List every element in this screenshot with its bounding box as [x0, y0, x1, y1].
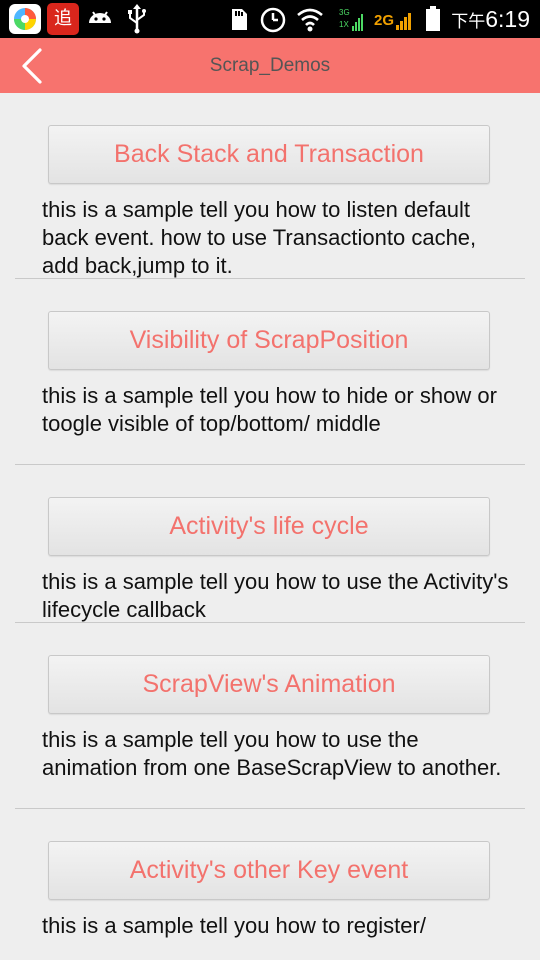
alarm-clock-icon	[260, 7, 286, 33]
list-item: ScrapView's Animation this is a sample t…	[0, 623, 540, 809]
status-clock: 下午6:19	[451, 6, 530, 32]
signal-3g-icon: 3G 1X	[337, 3, 367, 35]
list-item: Visibility of ScrapPosition this is a sa…	[0, 279, 540, 465]
sd-card-icon	[232, 9, 247, 30]
list-item: Back Stack and Transaction this is a sam…	[0, 93, 540, 279]
animation-button[interactable]: ScrapView's Animation	[48, 655, 490, 714]
action-bar: Scrap_Demos	[0, 38, 540, 93]
network-type-label: 2G	[374, 12, 395, 29]
back-stack-button[interactable]: Back Stack and Transaction	[48, 125, 490, 184]
visibility-button[interactable]: Visibility of ScrapPosition	[48, 311, 490, 370]
browser-app-icon	[9, 4, 41, 34]
wifi-icon	[297, 8, 323, 32]
key-event-button[interactable]: Activity's other Key event	[48, 841, 490, 900]
status-bar: 追 3G 1X 2G 下午6:19	[0, 0, 540, 38]
life-cycle-button[interactable]: Activity's life cycle	[48, 497, 490, 556]
demo-description: this is a sample tell you how to hide or…	[42, 383, 497, 436]
battery-icon	[426, 6, 440, 31]
signal-2g-icon	[396, 3, 416, 35]
demo-description: this is a sample tell you how to registe…	[42, 913, 426, 938]
zhui-app-icon: 追	[47, 3, 79, 35]
demo-description: this is a sample tell you how to use the…	[42, 727, 502, 780]
demo-description: this is a sample tell you how to use the…	[42, 569, 509, 622]
demo-list[interactable]: Back Stack and Transaction this is a sam…	[0, 93, 540, 960]
chevron-left-icon[interactable]	[14, 46, 54, 86]
usb-icon	[128, 4, 146, 34]
list-item: Activity's other Key event this is a sam…	[0, 809, 540, 960]
android-icon	[89, 11, 111, 23]
list-item: Activity's life cycle this is a sample t…	[0, 465, 540, 623]
demo-description: this is a sample tell you how to listen …	[42, 197, 477, 278]
page-title: Scrap_Demos	[209, 55, 331, 76]
